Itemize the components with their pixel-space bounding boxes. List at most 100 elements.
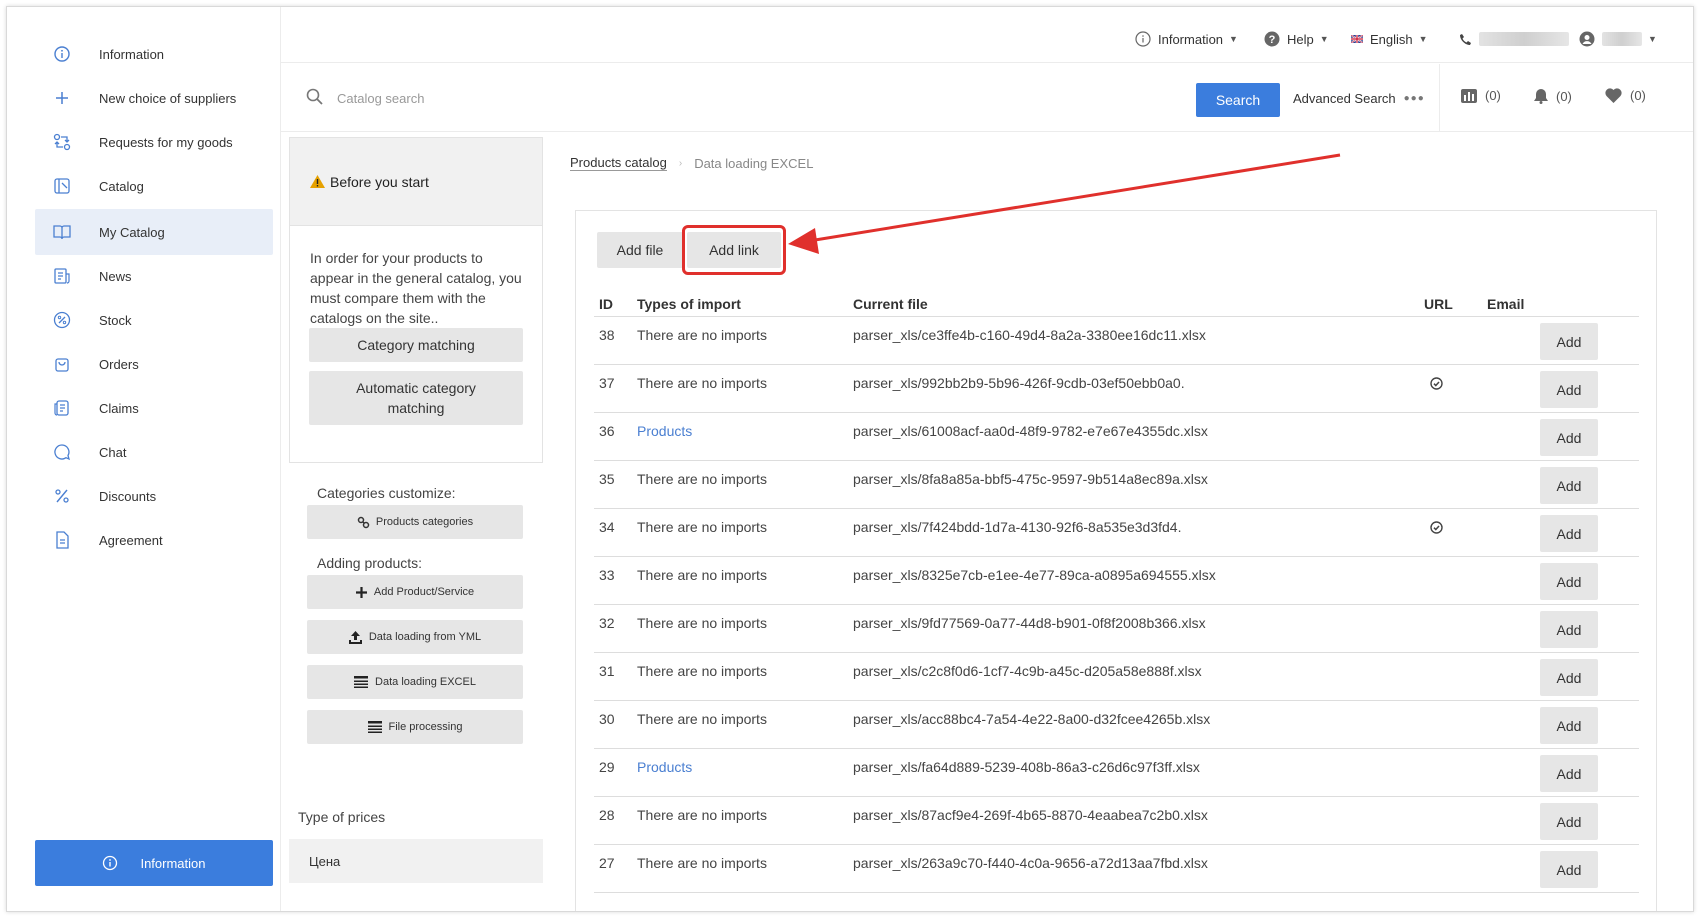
add-button[interactable]: Add <box>1540 659 1598 696</box>
info-circle-icon <box>49 41 75 67</box>
upload-icon <box>348 630 362 644</box>
notifications-counter[interactable]: (0) <box>1534 88 1572 104</box>
data-loading-excel-label: Data loading EXCEL <box>375 676 476 688</box>
file-processing-label: File processing <box>388 721 463 733</box>
claims-icon <box>49 395 75 421</box>
table-row: 34 There are no imports parser_xls/7f424bd… <box>594 509 1639 557</box>
chevron-down-icon: ▼ <box>1229 34 1238 44</box>
chevron-down-icon: ▼ <box>1648 34 1657 44</box>
row-id: 36 <box>599 423 615 439</box>
add-product-service-button[interactable]: Add Product/Service <box>307 575 523 609</box>
sidebar-item-chat[interactable]: Chat <box>35 429 273 475</box>
add-button[interactable]: Add <box>1540 419 1598 456</box>
category-matching-button[interactable]: Category matching <box>309 328 523 362</box>
price-type-item[interactable]: Цена <box>289 839 543 883</box>
table-row: 29 Products parser_xls/fa64d889-5239-408b-… <box>594 749 1639 797</box>
notifications-count: (0) <box>1556 88 1572 104</box>
add-button[interactable]: Add <box>1540 611 1598 648</box>
row-import-type: There are no imports <box>637 567 767 583</box>
sidebar-item-orders[interactable]: Orders <box>35 341 273 387</box>
compare-counter[interactable]: (0) <box>1461 88 1501 103</box>
table-row: 33 There are no imports parser_xls/8325e7c… <box>594 557 1639 605</box>
sidebar-item-label: Information <box>99 46 165 62</box>
row-id: 30 <box>599 711 615 727</box>
add-file-button[interactable]: Add file <box>597 232 683 268</box>
products-categories-button[interactable]: Products categories <box>307 505 523 539</box>
sidebar-item-stock[interactable]: Stock <box>35 297 273 343</box>
uk-flag-icon <box>1351 35 1363 43</box>
add-button[interactable]: Add <box>1540 851 1598 888</box>
sidebar-item-label: My Catalog <box>99 224 165 240</box>
table-row: 37 There are no imports parser_xls/992bb2b… <box>594 365 1639 413</box>
row-id: 27 <box>599 855 615 871</box>
shopping-bag-icon <box>49 351 75 377</box>
catalog-search-input[interactable] <box>337 84 1137 112</box>
sidebar-item-label: News <box>99 268 132 284</box>
table-row: 36 Products parser_xls/61008acf-aa0d-48f9-… <box>594 413 1639 461</box>
favorites-counter[interactable]: (0) <box>1605 88 1646 103</box>
chevron-down-icon: ▼ <box>1319 34 1329 44</box>
data-loading-yml-button[interactable]: Data loading from YML <box>307 620 523 654</box>
categories-customize-label: Categories customize: <box>317 485 456 501</box>
row-import-type: There are no imports <box>637 711 767 727</box>
sidebar: Information New choice of suppliers Requ… <box>7 7 281 911</box>
sidebar-item-label: Chat <box>99 444 127 460</box>
sidebar-item-label: Discounts <box>99 488 157 504</box>
info-circle-icon <box>1135 31 1151 47</box>
products-categories-label: Products categories <box>375 516 474 528</box>
column-header-id: ID <box>599 296 613 312</box>
sidebar-item-news[interactable]: News <box>35 253 273 299</box>
sidebar-item-my-catalog[interactable]: My Catalog <box>35 209 273 255</box>
row-import-type[interactable]: Products <box>637 759 692 775</box>
table-header: ID Types of import Current file URL Emai… <box>594 291 1639 317</box>
information-menu[interactable]: Information ▼ <box>1135 29 1238 49</box>
svg-text:?: ? <box>1269 34 1276 46</box>
panel-description: In order for your products to appear in … <box>310 250 522 326</box>
file-processing-button[interactable]: File processing <box>307 710 523 744</box>
help-menu-label: Help <box>1287 31 1314 47</box>
add-button[interactable]: Add <box>1540 467 1598 504</box>
table-row: 27 There are no imports parser_xls/263a9c7… <box>594 845 1639 893</box>
news-icon <box>49 263 75 289</box>
information-menu-label: Information <box>1158 31 1224 47</box>
automatic-category-matching-button[interactable]: Automatic category matching <box>309 371 523 425</box>
percent-icon <box>49 483 75 509</box>
sidebar-item-discounts[interactable]: Discounts <box>35 473 273 519</box>
before-you-start-box: Before you start In order for your produ… <box>289 137 543 463</box>
plus-icon <box>49 85 75 111</box>
phone-account-menu[interactable]: ▼ <box>1459 29 1657 49</box>
table-row: 38 There are no imports parser_xls/ce3ffe4… <box>594 317 1639 365</box>
row-current-file: parser_xls/acc88bc4-7a54-4e22-8a00-d32fc… <box>853 711 1211 727</box>
search-button[interactable]: Search <box>1196 83 1280 117</box>
add-button[interactable]: Add <box>1540 803 1598 840</box>
sidebar-item-label: Catalog <box>99 178 144 194</box>
link-icon <box>357 516 370 529</box>
data-loading-yml-label: Data loading from YML <box>368 631 482 643</box>
information-button[interactable]: Information <box>35 840 273 886</box>
sidebar-item-information[interactable]: Information <box>35 31 273 77</box>
advanced-search-link[interactable]: Advanced Search ●●● <box>1293 91 1425 106</box>
row-import-type[interactable]: Products <box>637 423 692 439</box>
language-select[interactable]: English ▼ <box>1351 29 1428 49</box>
add-button[interactable]: Add <box>1540 515 1598 552</box>
add-button[interactable]: Add <box>1540 371 1598 408</box>
sidebar-item-catalog[interactable]: Catalog <box>35 163 273 209</box>
user-name-redacted <box>1602 32 1642 46</box>
column-header-type: Types of import <box>637 296 741 312</box>
breadcrumb-products-catalog[interactable]: Products catalog <box>570 155 667 171</box>
search-icon <box>306 88 324 111</box>
help-menu[interactable]: ? Help ▼ <box>1264 29 1329 49</box>
add-button[interactable]: Add <box>1540 755 1598 792</box>
bell-icon <box>1534 88 1548 104</box>
sidebar-item-label: Requests for my goods <box>99 134 233 150</box>
add-button[interactable]: Add <box>1540 707 1598 744</box>
data-loading-excel-button[interactable]: Data loading EXCEL <box>307 665 523 699</box>
sidebar-item-claims[interactable]: Claims <box>35 385 273 431</box>
sidebar-item-new-choice-of-suppliers[interactable]: New choice of suppliers <box>35 75 273 121</box>
row-current-file: parser_xls/8fa8a85a-bbf5-475c-9597-9b514… <box>853 471 1208 487</box>
sidebar-item-requests-for-my-goods[interactable]: Requests for my goods <box>35 119 273 165</box>
add-button[interactable]: Add <box>1540 323 1598 360</box>
book-open-icon <box>49 219 75 245</box>
sidebar-item-agreement[interactable]: Agreement <box>35 517 273 563</box>
add-button[interactable]: Add <box>1540 563 1598 600</box>
